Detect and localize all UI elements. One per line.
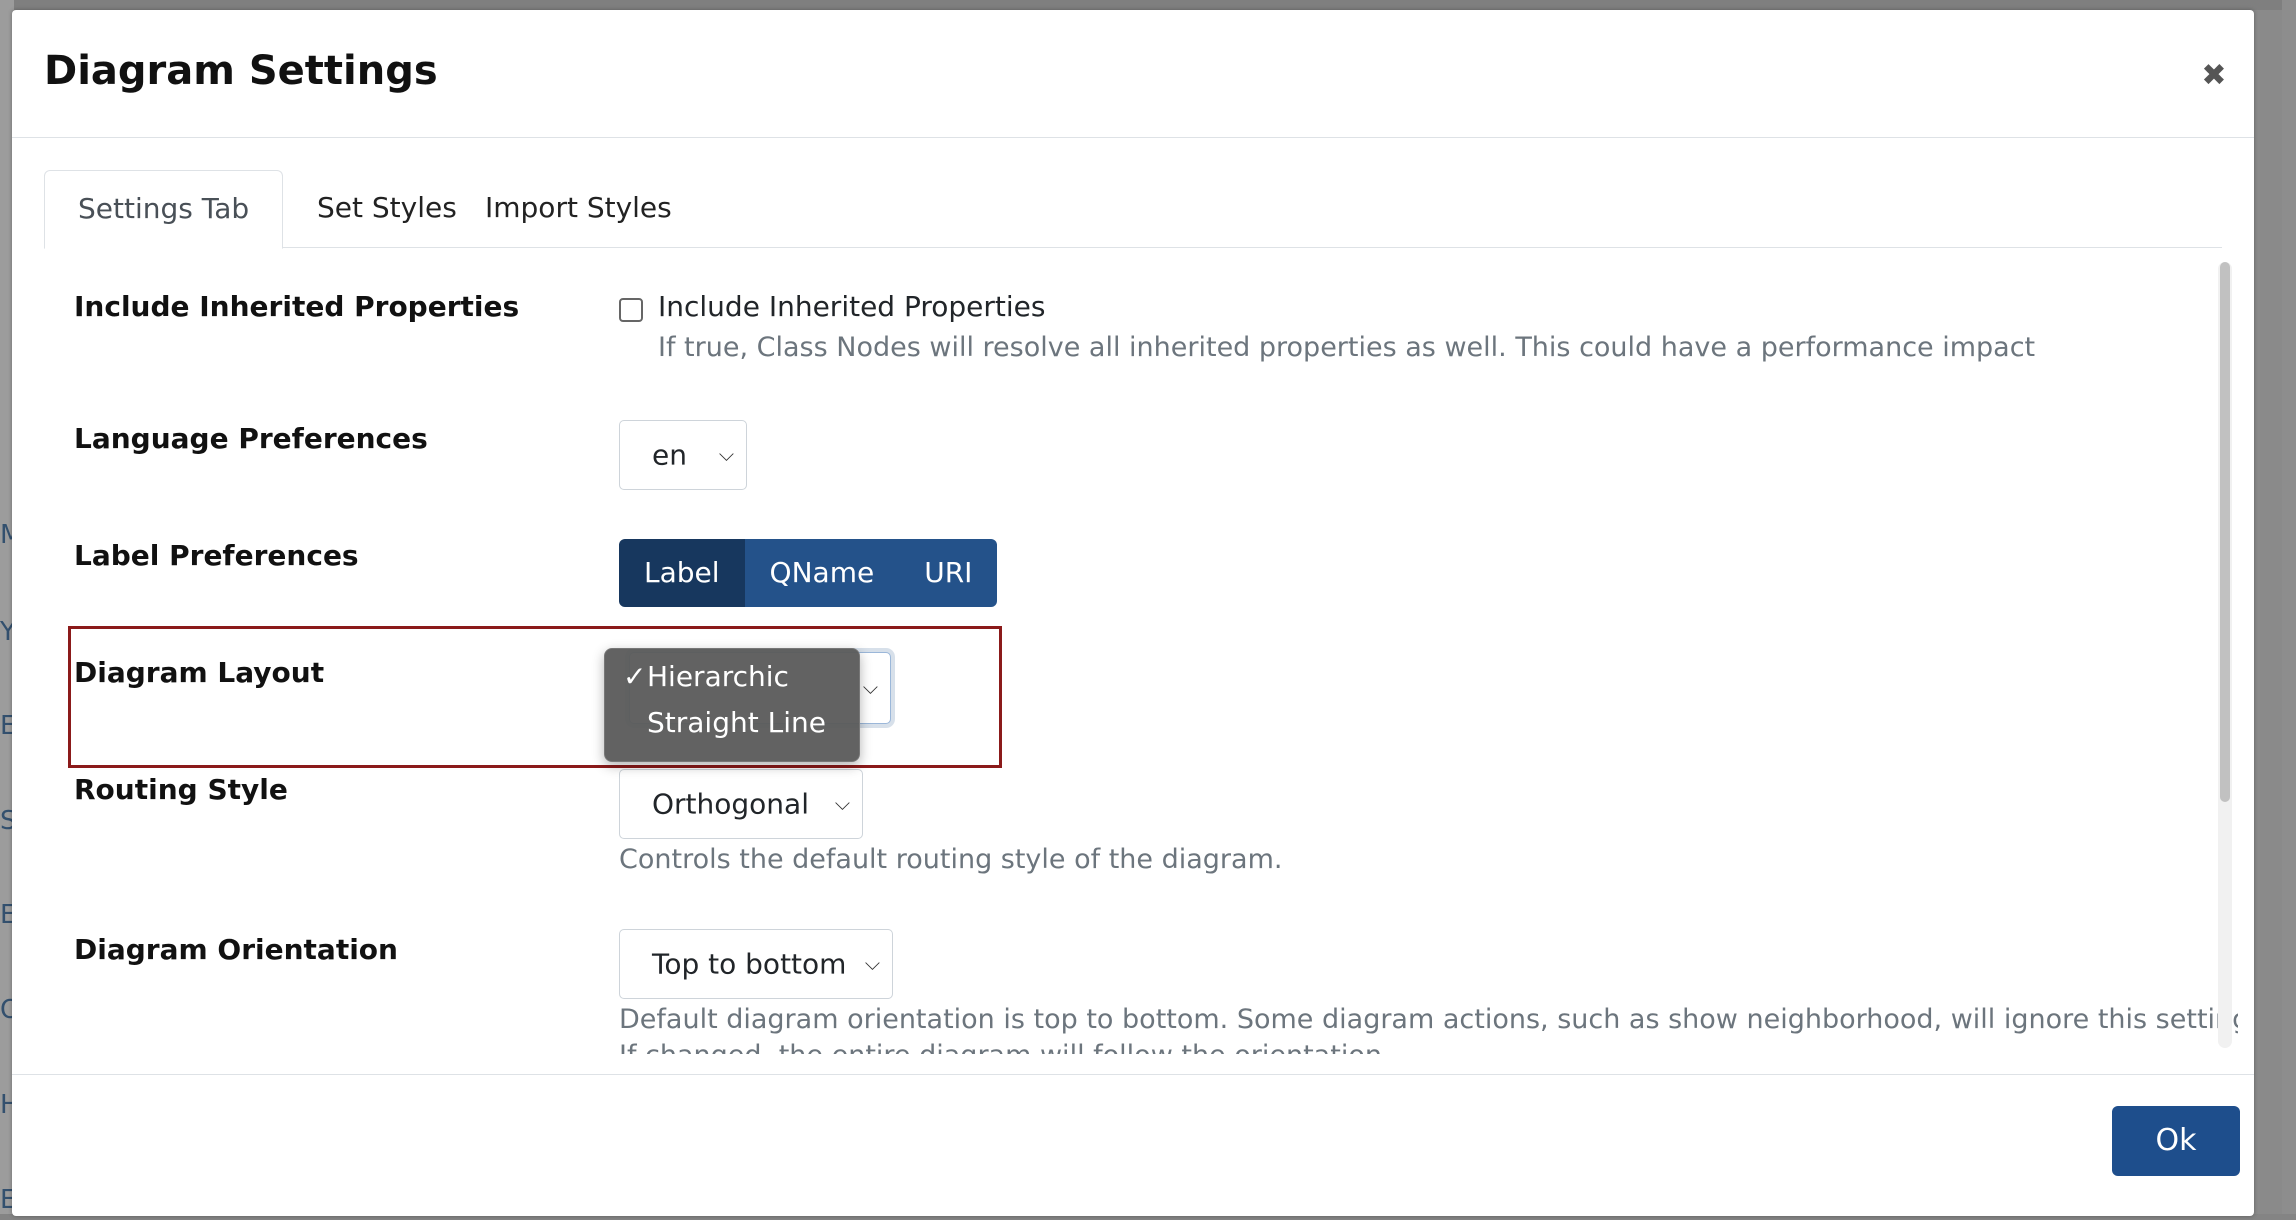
diagram-layout-dropdown-menu: ✓Hierarchic Straight Line <box>604 648 860 762</box>
dropdown-option-straight-line[interactable]: Straight Line <box>623 703 826 743</box>
diagram-settings-dialog: Diagram Settings ✖ Settings Tab Set Styl… <box>12 10 2254 1216</box>
background-right-strip <box>2282 0 2296 1220</box>
close-icon[interactable]: ✖ <box>2201 58 2226 93</box>
chevron-down-icon: ⌵ <box>718 441 734 466</box>
label-option-button[interactable]: Label <box>619 539 745 607</box>
dialog-footer: Ok <box>12 1074 2254 1216</box>
routing-style-select[interactable]: Orthogonal ⌵ <box>619 769 863 839</box>
routing-style-help: Controls the default routing style of th… <box>619 844 1283 875</box>
dialog-title: Diagram Settings <box>44 48 438 94</box>
language-select[interactable]: en ⌵ <box>619 420 747 490</box>
routing-style-value: Orthogonal <box>652 787 809 821</box>
tab-settings[interactable]: Settings Tab <box>44 170 284 249</box>
inherited-properties-checkbox[interactable] <box>619 298 643 322</box>
language-preferences-label: Language Preferences <box>74 422 428 455</box>
diagram-orientation-value: Top to bottom <box>652 947 847 981</box>
tab-import-styles[interactable]: Import Styles <box>452 170 705 246</box>
diagram-layout-highlight <box>68 626 1002 768</box>
scrollbar[interactable] <box>2218 262 2232 1048</box>
ok-button[interactable]: Ok <box>2112 1106 2240 1176</box>
diagram-orientation-select[interactable]: Top to bottom ⌵ <box>619 929 893 999</box>
check-icon: ✓ <box>623 660 647 693</box>
inherited-properties-label: Include Inherited Properties <box>74 290 520 323</box>
inherited-properties-checkbox-label[interactable]: Include Inherited Properties <box>658 290 1045 323</box>
label-preferences-label: Label Preferences <box>74 539 359 572</box>
dropdown-option-label: Straight Line <box>647 706 826 739</box>
language-select-value: en <box>652 438 687 472</box>
uri-option-button[interactable]: URI <box>899 539 998 607</box>
diagram-orientation-help-2: If changed, the entire diagram will foll… <box>619 1040 1391 1054</box>
scrollbar-thumb[interactable] <box>2220 262 2230 802</box>
routing-style-label: Routing Style <box>74 773 288 806</box>
background-top <box>0 0 2296 10</box>
inherited-properties-help: If true, Class Nodes will resolve all in… <box>658 332 2036 363</box>
dropdown-option-hierarchic[interactable]: ✓Hierarchic <box>623 657 789 697</box>
close-button[interactable]: ✖ <box>2196 58 2232 94</box>
qname-option-button[interactable]: QName <box>744 539 900 607</box>
settings-tabs: Settings Tab Set Styles Import Styles <box>44 170 2222 249</box>
chevron-down-icon: ⌵ <box>834 790 850 815</box>
diagram-orientation-help: Default diagram orientation is top to bo… <box>619 1004 2238 1035</box>
label-preferences-button-group: Label QName URI <box>619 539 998 607</box>
chevron-down-icon: ⌵ <box>864 950 880 975</box>
diagram-orientation-label: Diagram Orientation <box>74 933 398 966</box>
dropdown-option-label: Hierarchic <box>647 660 789 693</box>
dialog-header: Diagram Settings ✖ <box>12 10 2254 138</box>
